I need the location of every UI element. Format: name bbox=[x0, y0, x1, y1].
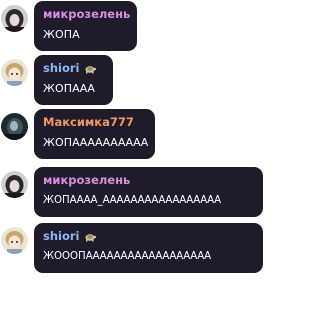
author-name[interactable]: Максимка777 bbox=[43, 114, 134, 131]
author-name[interactable]: shiori bbox=[43, 60, 80, 77]
message-bubble: Максимка777 ЖОПАААААААААА bbox=[34, 109, 155, 159]
message-bubble: микрозелень ЖОПАААА_ААААААААААААААААА bbox=[34, 167, 263, 217]
message-text: ЖОПАААААААААА bbox=[43, 136, 149, 149]
turtle-badge-icon bbox=[84, 64, 96, 74]
message-text: ЖОПАААА_ААААААААААААААААА bbox=[43, 195, 222, 206]
dark-teal-avatar-icon[interactable] bbox=[1, 113, 28, 140]
dark-haired-avatar-icon[interactable] bbox=[1, 171, 28, 198]
anime-girl-avatar-icon[interactable] bbox=[1, 59, 28, 86]
message-text: ЖОООПАААААААААААААААААА bbox=[43, 251, 212, 262]
message-bubble: shiori ЖОООПАААААААААААААААААА bbox=[34, 223, 263, 273]
anime-girl-avatar-icon[interactable] bbox=[1, 227, 28, 254]
message-text: ЖОПААА bbox=[43, 82, 95, 95]
dark-haired-avatar-icon[interactable] bbox=[1, 5, 28, 32]
author-name[interactable]: микрозелень bbox=[43, 6, 130, 23]
message-text: ЖОПА bbox=[43, 28, 80, 41]
author-name[interactable]: shiori bbox=[43, 228, 80, 245]
author-name[interactable]: микрозелень bbox=[43, 172, 130, 189]
turtle-badge-icon bbox=[84, 232, 96, 242]
message-bubble: микрозелень ЖОПА bbox=[34, 1, 137, 51]
chat-feed: микрозелень ЖОПА shiori ЖОПААА Максимка7… bbox=[0, 0, 265, 320]
message-bubble: shiori ЖОПААА bbox=[34, 55, 113, 105]
